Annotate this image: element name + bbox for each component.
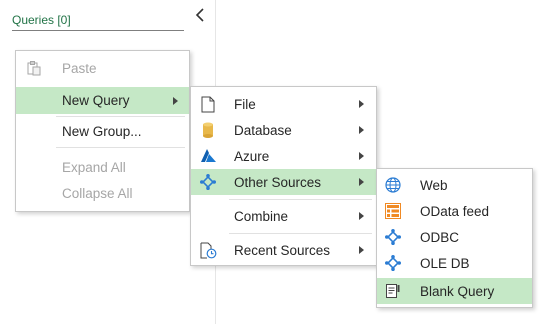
menu-item-database[interactable]: Database: [191, 117, 376, 143]
menu-separator: [56, 147, 185, 148]
azure-icon: [199, 148, 217, 164]
menu-item-recent-sources[interactable]: Recent Sources: [191, 237, 376, 263]
odbc-icon: [384, 228, 402, 246]
menu-item-new-group[interactable]: New Group...: [16, 118, 189, 145]
paste-icon: [26, 60, 42, 76]
menu-item-label: Paste: [62, 61, 97, 76]
odata-feed-icon: [384, 202, 402, 220]
menu-item-web[interactable]: Web: [377, 172, 532, 198]
menu-item-odbc[interactable]: ODBC: [377, 224, 532, 250]
menu-item-ole-db[interactable]: OLE DB: [377, 250, 532, 276]
menu-item-label: ODBC: [420, 229, 460, 245]
menu-item-label: New Query: [62, 93, 130, 108]
chevron-left-icon: [195, 7, 205, 26]
menu-separator: [229, 199, 372, 200]
submenu-arrow-icon: [359, 126, 364, 134]
menu-item-blank-query[interactable]: Blank Query: [377, 278, 532, 304]
menu-item-label: OLE DB: [420, 255, 470, 271]
submenu-arrow-icon: [173, 97, 178, 105]
submenu-arrow-icon: [359, 212, 364, 220]
menu-item-odata-feed[interactable]: OData feed: [377, 198, 532, 224]
menu-item-label: Other Sources: [234, 174, 322, 190]
menu-item-label: Web: [420, 177, 448, 193]
menu-item-label: File: [234, 96, 256, 112]
menu-item-label: OData feed: [420, 203, 490, 219]
menu-item-expand-all[interactable]: Expand All: [16, 155, 189, 179]
queries-pane-title: Queries [0]: [12, 13, 184, 31]
new-query-submenu: File Database Azure Other Sources Combin…: [190, 86, 377, 266]
globe-icon: [384, 176, 402, 194]
menu-item-label: Recent Sources: [234, 242, 331, 258]
menu-item-label: Collapse All: [62, 185, 133, 201]
menu-item-paste[interactable]: Paste: [16, 55, 189, 82]
menu-item-file[interactable]: File: [191, 91, 376, 117]
submenu-arrow-icon: [359, 246, 364, 254]
ole-db-icon: [384, 254, 402, 272]
menu-item-label: Combine: [234, 208, 289, 224]
submenu-arrow-icon: [359, 178, 364, 186]
menu-item-label: Azure: [234, 148, 270, 164]
blank-query-icon: [384, 282, 402, 300]
submenu-arrow-icon: [359, 152, 364, 160]
database-icon: [201, 121, 215, 139]
other-sources-submenu: Web OData feed ODBC OLE DB Blank Query: [376, 168, 533, 308]
menu-item-collapse-all[interactable]: Collapse All: [16, 181, 189, 205]
other-sources-icon: [199, 173, 217, 191]
menu-item-other-sources[interactable]: Other Sources: [191, 169, 376, 195]
collapse-pane-button[interactable]: [192, 8, 208, 26]
queries-context-menu: Paste New Query New Group... Expand All …: [15, 50, 190, 212]
submenu-arrow-icon: [359, 100, 364, 108]
menu-item-label: Database: [234, 122, 292, 138]
menu-item-combine[interactable]: Combine: [191, 203, 376, 229]
menu-separator: [56, 116, 185, 117]
file-icon: [200, 95, 216, 113]
menu-item-label: Blank Query: [420, 283, 495, 299]
recent-sources-icon: [199, 241, 217, 259]
menu-separator: [229, 233, 372, 234]
menu-item-new-query[interactable]: New Query: [16, 87, 189, 114]
menu-item-azure[interactable]: Azure: [191, 143, 376, 169]
menu-item-label: New Group...: [62, 124, 142, 139]
menu-item-label: Expand All: [62, 159, 126, 175]
